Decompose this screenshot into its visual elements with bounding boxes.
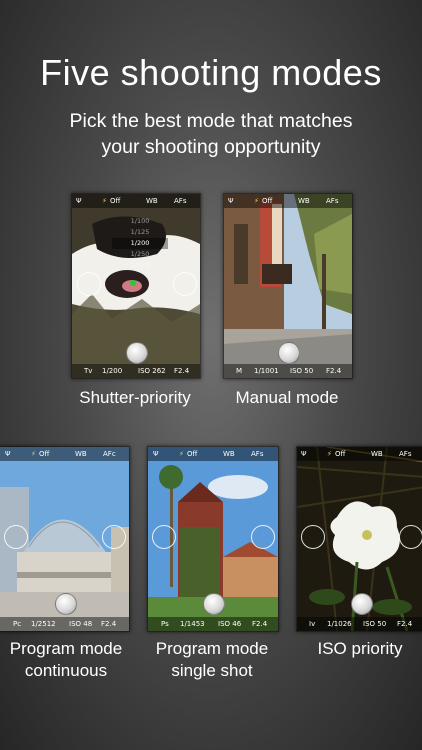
flash-status[interactable]: Off	[262, 194, 272, 208]
wb-button[interactable]: WB	[146, 194, 158, 208]
antenna-icon: Ψ	[76, 197, 82, 205]
speed-option-selected[interactable]: 1/200	[112, 238, 168, 249]
flash-icon[interactable]: ⚡	[254, 194, 259, 208]
mode-label: Program mode continuous	[9, 639, 123, 680]
shutter-button[interactable]	[351, 593, 373, 615]
speed-option[interactable]: 1/125	[112, 227, 168, 238]
shutter-button[interactable]	[55, 593, 77, 615]
focus-ring[interactable]	[152, 525, 176, 549]
shutter-speed[interactable]: 1/1001	[254, 364, 279, 378]
shutter-speed[interactable]: 1/1026	[327, 617, 352, 631]
flash-icon[interactable]: ⚡	[327, 447, 332, 461]
wb-button[interactable]: WB	[223, 447, 235, 461]
speed-option[interactable]: 1/250	[112, 249, 168, 260]
aperture-value: F2.4	[326, 367, 342, 375]
aperture-value: F2.4	[252, 620, 268, 628]
mode-indicator[interactable]: Pc	[13, 617, 21, 631]
focus-ring[interactable]	[4, 525, 28, 549]
screenshot-shutter-priority: 1/100 1/125 1/200 1/250 1/320 Ψ ⚡ Off WB…	[71, 193, 201, 379]
bottom-toolbar: Iv 1/1026 ISO 50 F2.4	[297, 617, 422, 631]
aperture-value: F2.4	[397, 620, 413, 628]
screenshot-program-continuous: Ψ ⚡ Off WB AFc Pc 1/2512 ISO 48 F2.4	[0, 446, 130, 632]
exposure-ring[interactable]	[399, 525, 422, 549]
flash-status[interactable]: Off	[187, 447, 197, 461]
wb-button[interactable]: WB	[371, 447, 383, 461]
mode-label: Program mode single shot	[155, 639, 269, 680]
focus-ring[interactable]	[77, 272, 101, 296]
top-toolbar: Ψ ⚡ Off WB AFc	[0, 447, 129, 461]
iso-value[interactable]: ISO 262	[138, 364, 166, 378]
bottom-toolbar: Pc 1/2512 ISO 48 F2.4	[0, 617, 129, 631]
iso-value[interactable]: ISO 50	[363, 617, 386, 631]
flash-status[interactable]: Off	[335, 447, 345, 461]
mode-label: ISO priority	[317, 639, 403, 658]
page-title: Five shooting modes	[40, 52, 382, 93]
iso-value[interactable]: ISO 48	[69, 617, 92, 631]
mode-indicator[interactable]: Iv	[309, 617, 315, 631]
top-toolbar: Ψ ⚡ Off WB AFs	[148, 447, 278, 461]
aperture-value: F2.4	[174, 367, 190, 375]
page-subtitle: Pick the best mode that matches your sho…	[69, 110, 353, 158]
top-toolbar: Ψ ⚡ Off WB AFs	[72, 194, 200, 208]
focus-ring[interactable]	[301, 525, 325, 549]
top-toolbar: Ψ ⚡ Off WB AFs	[224, 194, 352, 208]
af-button[interactable]: AFs	[174, 194, 186, 208]
screenshot-program-single: Ψ ⚡ Off WB AFs Ps 1/1453 ISO 46 F2.4	[147, 446, 279, 632]
shutter-speed[interactable]: 1/1453	[180, 617, 205, 631]
focus-point	[130, 280, 136, 286]
af-button[interactable]: AFs	[399, 447, 411, 461]
flash-icon[interactable]: ⚡	[31, 447, 36, 461]
antenna-icon: Ψ	[228, 197, 234, 205]
screenshot-manual-mode: Ψ ⚡ Off WB AFs M 1/1001 ISO 50 F2.4	[223, 193, 353, 379]
bottom-toolbar: M 1/1001 ISO 50 F2.4	[224, 364, 352, 378]
iso-value[interactable]: ISO 50	[290, 364, 313, 378]
bottom-toolbar: Tv 1/200 ISO 262 F2.4	[72, 364, 200, 378]
iso-value[interactable]: ISO 46	[218, 617, 241, 631]
bottom-toolbar: Ps 1/1453 ISO 46 F2.4	[148, 617, 278, 631]
exposure-ring[interactable]	[102, 525, 126, 549]
top-toolbar: Ψ ⚡ Off WB AFs	[297, 447, 422, 461]
shutter-speed[interactable]: 1/2512	[31, 617, 56, 631]
flash-icon[interactable]: ⚡	[179, 447, 184, 461]
wb-button[interactable]: WB	[298, 194, 310, 208]
exposure-ring[interactable]	[251, 525, 275, 549]
mode-indicator[interactable]: Tv	[84, 364, 92, 378]
mode-label: Shutter-priority	[79, 388, 191, 407]
shutter-speed[interactable]: 1/200	[102, 364, 122, 378]
shutter-button[interactable]	[278, 342, 300, 364]
speed-option[interactable]: 1/100	[112, 216, 168, 227]
antenna-icon: Ψ	[301, 450, 307, 458]
antenna-icon: Ψ	[5, 450, 11, 458]
shutter-button[interactable]	[126, 342, 148, 364]
af-button[interactable]: AFs	[251, 447, 263, 461]
af-button[interactable]: AFc	[103, 447, 116, 461]
af-button[interactable]: AFs	[326, 194, 338, 208]
mode-label: Manual mode	[235, 388, 339, 407]
mode-indicator[interactable]: Ps	[161, 617, 169, 631]
screenshot-iso-priority: Ψ ⚡ Off WB AFs Iv 1/1026 ISO 50 F2.4	[296, 446, 422, 632]
aperture-value: F2.4	[101, 620, 117, 628]
antenna-icon: Ψ	[153, 450, 159, 458]
wb-button[interactable]: WB	[75, 447, 87, 461]
shutter-button[interactable]	[203, 593, 225, 615]
speed-option[interactable]: 1/320	[112, 260, 168, 271]
mode-indicator[interactable]: M	[236, 364, 242, 378]
flash-icon[interactable]: ⚡	[102, 194, 107, 208]
shutter-speed-picker[interactable]: 1/100 1/125 1/200 1/250 1/320	[112, 216, 168, 271]
flash-status[interactable]: Off	[39, 447, 49, 461]
flash-status[interactable]: Off	[110, 194, 120, 208]
exposure-ring[interactable]	[173, 272, 197, 296]
